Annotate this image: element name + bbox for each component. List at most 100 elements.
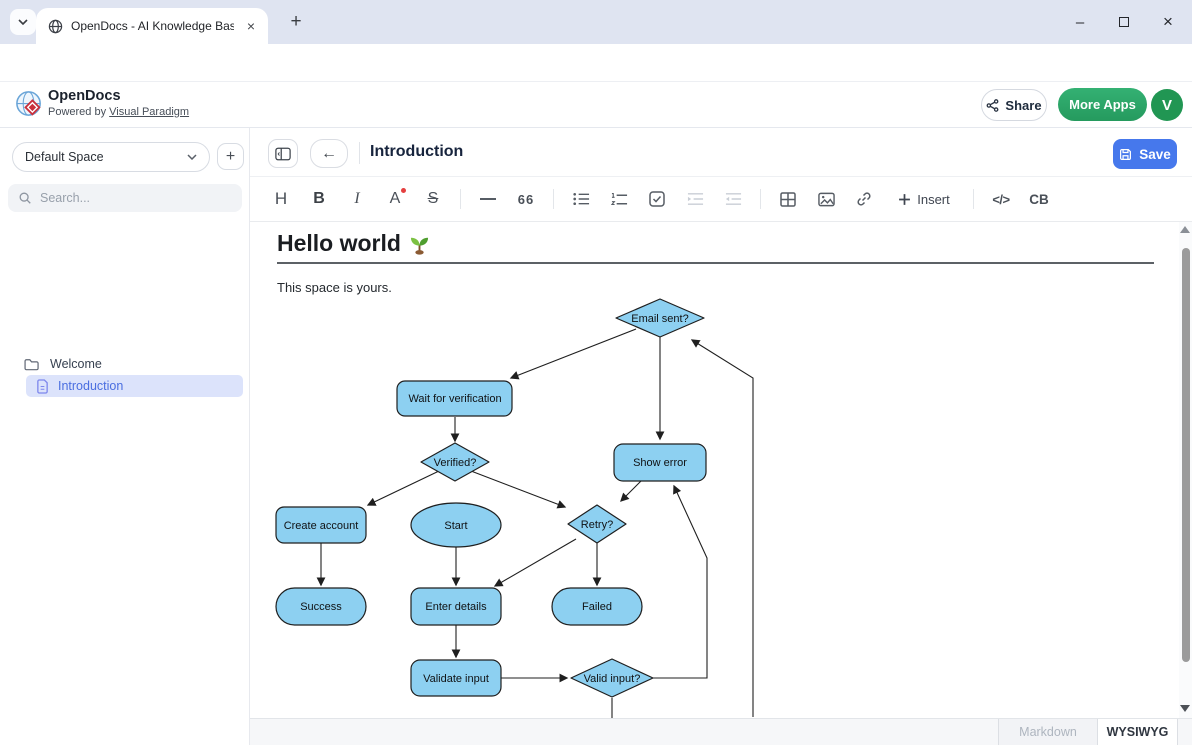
window-close-button[interactable]: × [1146,0,1190,44]
bullet-list-icon [573,192,590,206]
window-maximize-button[interactable] [1102,0,1146,44]
node-label: Verified? [434,457,477,469]
powered-by: Powered by Visual Paradigm [48,106,189,118]
node-label: Wait for verification [408,393,501,405]
edge-email-sent-wait [511,329,636,378]
node-label: Show error [633,457,687,469]
edge-valid-input-show-error [653,486,707,678]
back-to-list-button[interactable]: ← [310,139,348,168]
task-list-button[interactable] [643,184,671,214]
tab-wysiwyg[interactable]: WYSIWYG [1098,719,1178,745]
browser-tab-strip: OpenDocs - AI Knowledge Base × + – × [0,0,1192,44]
share-label: Share [1005,98,1041,113]
sidebar: Default Space + Welcome Introduction [0,128,250,745]
share-button[interactable]: Share [981,89,1047,121]
editor-header: ← Introduction Save [250,128,1192,177]
inline-code-button[interactable]: </> [987,184,1015,214]
header-divider [359,142,360,164]
save-button[interactable]: Save [1113,139,1177,169]
tab-markdown[interactable]: Markdown [998,719,1098,745]
add-document-button[interactable]: + [217,143,244,170]
blockquote-button[interactable]: 66 [512,184,540,214]
code-block-button[interactable]: CB [1025,184,1053,214]
sidebar-item-introduction[interactable]: Introduction [26,375,243,397]
save-label: Save [1139,147,1171,162]
scrollbar-thumb[interactable] [1182,248,1190,662]
table-button[interactable] [774,184,802,214]
node-label: Valid input? [584,673,641,685]
sidebar-item-label: Welcome [50,357,102,371]
outdent-button [719,184,747,214]
font-color-button[interactable]: A [381,184,409,214]
document-heading[interactable]: Hello world [277,230,430,257]
toolbar-divider [460,189,461,209]
edge-show-error-retry [621,481,641,501]
formatting-toolbar: H B I A S 66 Insert </> CB [250,177,1192,222]
document-icon [36,379,49,394]
italic-button[interactable]: I [343,184,371,214]
toggle-sidebar-button[interactable] [268,139,298,168]
search-input[interactable] [40,191,220,205]
table-icon [780,192,796,207]
folder-icon [24,358,40,371]
sidebar-item-label: Introduction [58,379,123,393]
window-minimize-button[interactable]: – [1058,0,1102,44]
editor-scrollbar[interactable] [1179,222,1192,718]
browser-address-bar: ← → ai-toolbox.visual-paradigm.com/app/o… [0,44,1192,82]
flowchart-diagram[interactable]: Email sent? Wait for verification Verifi… [260,298,780,718]
link-icon [856,191,872,207]
heading-underline [277,262,1154,264]
new-tab-button[interactable]: + [284,10,308,34]
scroll-down-arrow[interactable] [1180,705,1190,712]
browser-tab[interactable]: OpenDocs - AI Knowledge Base × [36,8,268,44]
flowchart-svg: Email sent? Wait for verification Verifi… [260,298,780,718]
search-box [8,184,242,212]
more-apps-button[interactable]: More Apps [1058,88,1147,121]
tab-search-button[interactable] [10,9,36,35]
document-editor[interactable]: Hello world This space is yours. [250,222,1192,718]
space-selector[interactable]: Default Space [12,142,210,172]
chevron-down-icon [18,19,28,25]
visual-paradigm-link[interactable]: Visual Paradigm [109,106,189,118]
bullet-list-button[interactable] [567,184,595,214]
image-button[interactable] [812,184,840,214]
node-label: Create account [284,520,359,532]
edge-return-email-sent [692,340,753,717]
toolbar-divider [760,189,761,209]
save-floppy-icon [1119,148,1132,161]
user-avatar[interactable]: V [1151,89,1183,121]
bold-button[interactable]: B [305,184,333,214]
maximize-icon [1119,17,1129,27]
toolbar-divider [553,189,554,209]
outdent-icon [725,192,742,206]
globe-favicon-icon [48,19,63,34]
indent-button [681,184,709,214]
tab-close-icon[interactable]: × [242,17,260,35]
image-icon [818,192,835,207]
insert-button[interactable]: Insert [888,184,960,214]
panel-toggle-icon [275,147,291,161]
page-title: Introduction [370,143,463,161]
strikethrough-button[interactable]: S [419,184,447,214]
document-paragraph[interactable]: This space is yours. [277,280,392,295]
space-selector-value: Default Space [25,150,104,164]
link-button[interactable] [850,184,878,214]
heading-text: Hello world [277,230,401,257]
sidebar-item-welcome[interactable]: Welcome [0,352,250,376]
edge-verified-create-account [368,471,439,505]
scroll-up-arrow[interactable] [1180,226,1190,233]
indent-icon [687,192,704,206]
horizontal-rule-button[interactable] [474,184,502,214]
node-label: Retry? [581,519,613,531]
opendocs-logo-icon [14,89,45,120]
ordered-list-button[interactable] [605,184,633,214]
checkbox-icon [649,191,665,207]
powered-by-prefix: Powered by [48,106,109,118]
toolbar-divider [973,189,974,209]
app-name: OpenDocs [48,88,121,104]
node-label: Failed [582,601,612,613]
edge-retry-enter-details [495,539,576,586]
editor-mode-bar: Markdown WYSIWYG [250,718,1192,745]
heading-button[interactable]: H [267,184,295,214]
node-label: Success [300,601,342,613]
